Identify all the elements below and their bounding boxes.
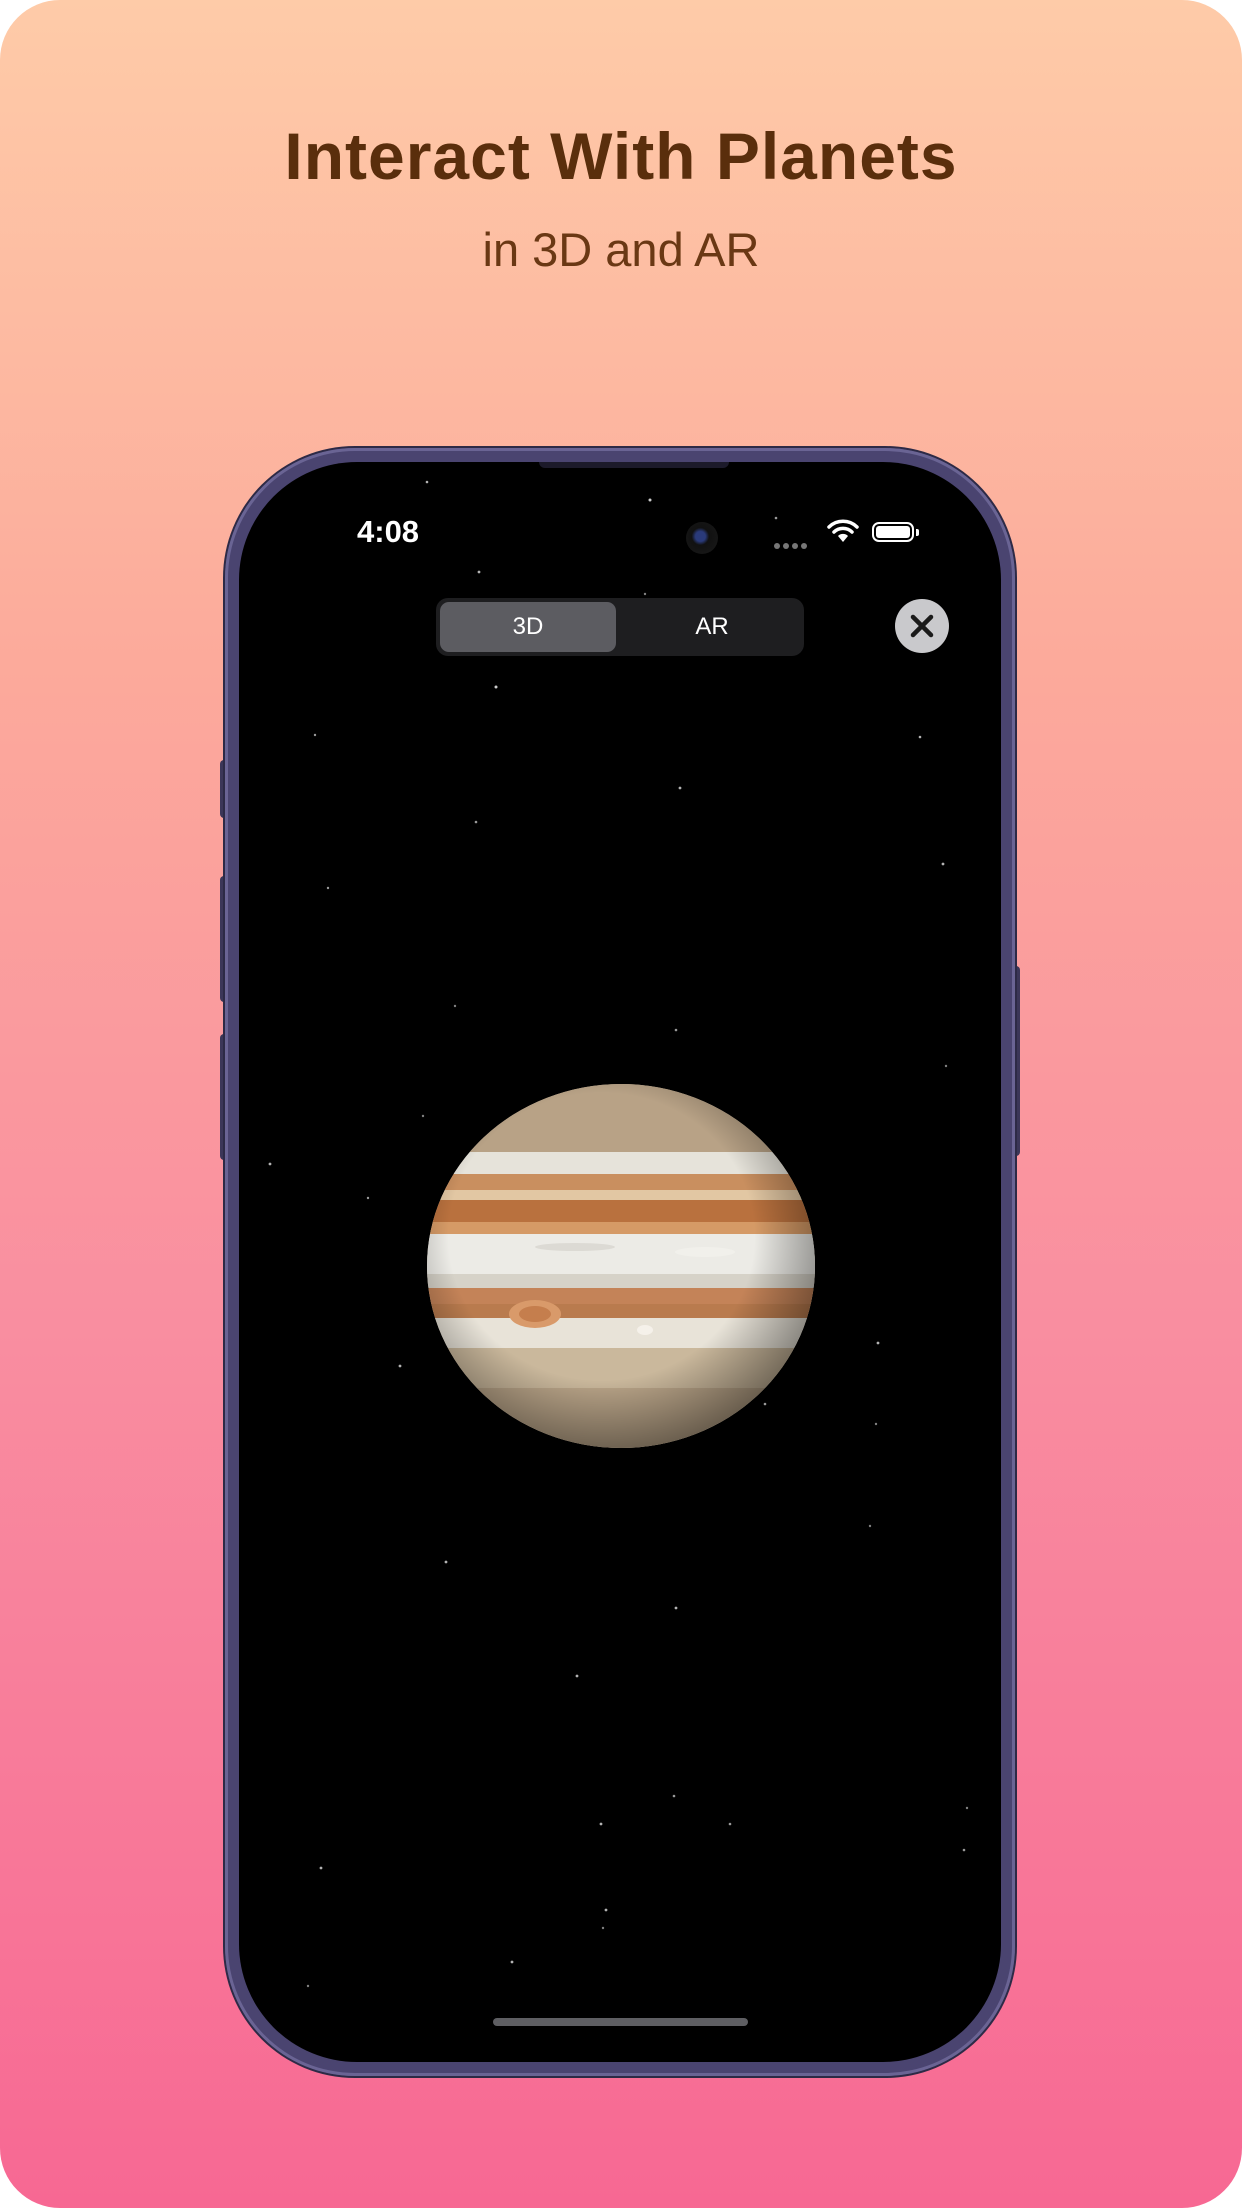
- star: [672, 1794, 676, 1798]
- close-icon: [910, 614, 934, 638]
- star: [268, 1162, 272, 1166]
- star: [306, 1984, 310, 1988]
- star: [941, 862, 945, 866]
- star: [510, 1960, 514, 1964]
- battery-icon: [872, 522, 919, 542]
- view-mode-segmented-control: 3D AR: [436, 598, 804, 656]
- signal-dots-icon: [774, 536, 810, 554]
- home-indicator[interactable]: [493, 2018, 748, 2026]
- star: [477, 570, 481, 574]
- star: [444, 1560, 448, 1564]
- star: [319, 1866, 323, 1870]
- star: [674, 1606, 678, 1610]
- star: [868, 1524, 872, 1528]
- star: [728, 1822, 732, 1826]
- star: [876, 1341, 880, 1345]
- star: [366, 1196, 370, 1200]
- star: [599, 1822, 603, 1826]
- star: [965, 1806, 969, 1810]
- promo-headline: Interact With Planets: [284, 119, 958, 193]
- star: [674, 1028, 678, 1032]
- star: [313, 733, 317, 737]
- star: [678, 786, 682, 790]
- wifi-icon: [827, 519, 859, 542]
- segment-3d[interactable]: 3D: [440, 602, 616, 652]
- star: [918, 735, 922, 739]
- star: [398, 1364, 402, 1368]
- star: [962, 1848, 966, 1852]
- status-time: 4:08: [357, 514, 420, 549]
- close-button[interactable]: [895, 599, 949, 653]
- star: [575, 1674, 579, 1678]
- star: [648, 498, 652, 502]
- promo-subheadline: in 3D and AR: [482, 223, 760, 276]
- star: [944, 1064, 948, 1068]
- star: [425, 480, 429, 484]
- phone-screen: 4:08 3D AR: [239, 462, 1001, 2062]
- promo-background: Interact With Planets in 3D and AR 4:08 …: [0, 0, 1242, 2208]
- star: [874, 1422, 878, 1426]
- star: [494, 685, 498, 689]
- star: [604, 1908, 608, 1912]
- segment-ar[interactable]: AR: [624, 602, 800, 652]
- planet-jupiter-icon: [427, 1084, 815, 1448]
- star: [326, 886, 330, 890]
- camera-icon: [686, 522, 718, 554]
- star: [453, 1004, 457, 1008]
- star: [774, 516, 778, 520]
- phone-frame: 4:08 3D AR: [225, 448, 1015, 2076]
- speaker-grille: [539, 462, 729, 468]
- star: [421, 1114, 425, 1118]
- star: [474, 820, 478, 824]
- star: [601, 1926, 605, 1930]
- star: [643, 592, 647, 596]
